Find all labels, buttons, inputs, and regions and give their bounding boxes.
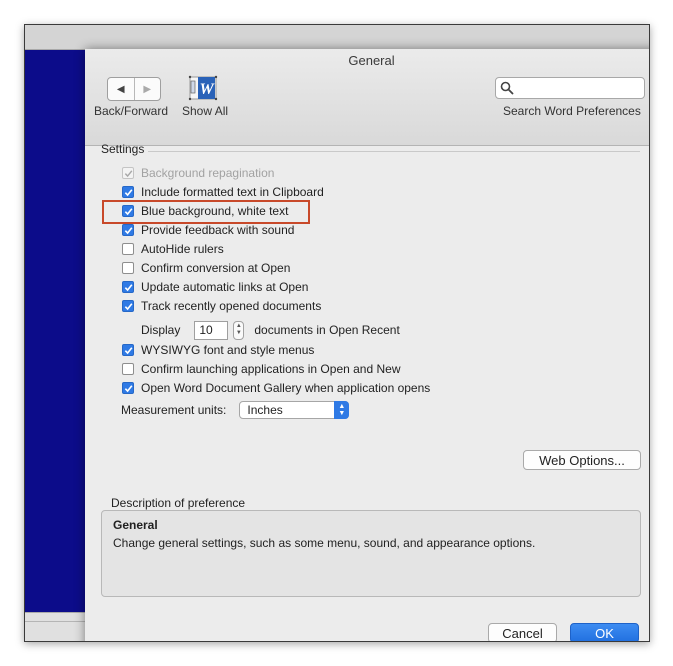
recent-documents-row: Display 10 ▲ ▼ documents in Open Recent <box>141 319 400 341</box>
triangle-right-icon: ▶ <box>143 83 152 95</box>
settings-section-label: Settings <box>101 142 145 156</box>
background-window-toolbar <box>25 25 649 50</box>
search-caption: Search Word Preferences <box>503 104 641 118</box>
option-update-links[interactable]: Update automatic links at Open <box>122 279 308 295</box>
search-input[interactable] <box>518 79 642 97</box>
settings-divider <box>148 151 640 152</box>
recent-count-stepper[interactable]: ▲ ▼ <box>233 320 245 340</box>
option-label: Confirm conversion at Open <box>141 261 291 275</box>
preferences-dialog: General ◀ ▶ Back/Forward W Show All Sear… <box>85 49 649 641</box>
option-confirm-launching[interactable]: Confirm launching applications in Open a… <box>122 361 400 377</box>
option-wysiwyg-menus[interactable]: WYSIWYG font and style menus <box>122 342 314 358</box>
screenshot-frame: General ◀ ▶ Back/Forward W Show All Sear… <box>24 24 650 642</box>
back-forward-control[interactable]: ◀ ▶ <box>107 77 161 101</box>
measurement-units-label: Measurement units: <box>121 403 227 417</box>
option-label: AutoHide rulers <box>141 242 224 256</box>
option-blue-background[interactable]: Blue background, white text <box>122 203 288 219</box>
cancel-button[interactable]: Cancel <box>488 623 557 641</box>
option-label: Confirm launching applications in Open a… <box>141 362 401 376</box>
option-label: Background repagination <box>141 166 275 180</box>
ok-button[interactable]: OK <box>570 623 639 641</box>
checkbox[interactable] <box>122 186 134 198</box>
show-all-label: Show All <box>182 104 229 118</box>
measurement-units-row: Measurement units: Inches ▲ ▼ <box>121 400 350 420</box>
option-track-recent[interactable]: Track recently opened documents <box>122 298 321 314</box>
option-label: Update automatic links at Open <box>141 280 309 294</box>
description-box: General Change general settings, such as… <box>101 510 641 597</box>
option-label: WYSIWYG font and style menus <box>141 343 315 357</box>
recent-count-field[interactable]: 10 <box>194 320 229 340</box>
option-open-gallery[interactable]: Open Word Document Gallery when applicat… <box>122 380 430 396</box>
measurement-units-select[interactable]: Inches ▲ ▼ <box>239 401 350 419</box>
description-title: General <box>113 518 158 532</box>
search-field[interactable] <box>495 77 645 99</box>
checkbox[interactable] <box>122 224 134 236</box>
description-text: Change general settings, such as some me… <box>113 536 536 550</box>
option-feedback-sound[interactable]: Provide feedback with sound <box>122 222 294 238</box>
description-label: Description of preference <box>111 496 246 510</box>
back-forward-label: Back/Forward <box>94 104 169 118</box>
checkbox[interactable] <box>122 262 134 274</box>
checkbox[interactable] <box>122 382 134 394</box>
option-include-formatted-text[interactable]: Include formatted text in Clipboard <box>122 184 324 200</box>
option-label: Open Word Document Gallery when applicat… <box>141 381 431 395</box>
checkbox[interactable] <box>122 300 134 312</box>
checkbox[interactable] <box>122 243 134 255</box>
checkbox[interactable] <box>122 281 134 293</box>
checkbox[interactable] <box>122 363 134 375</box>
option-label: Provide feedback with sound <box>141 223 295 237</box>
option-label: Blue background, white text <box>141 204 289 218</box>
option-autohide-rulers[interactable]: AutoHide rulers <box>122 241 224 257</box>
word-grid-icon: W <box>188 75 218 101</box>
web-options-button[interactable]: Web Options... <box>523 450 641 470</box>
forward-button[interactable]: ▶ <box>133 78 161 100</box>
checkbox[interactable] <box>122 344 134 356</box>
checkbox[interactable] <box>122 167 134 179</box>
chevron-down-icon: ▼ <box>235 330 242 336</box>
measurement-units-value: Inches <box>247 403 283 417</box>
display-label: Display <box>141 323 181 337</box>
svg-text:W: W <box>200 81 216 98</box>
chevron-up-icon: ▲ <box>235 323 242 329</box>
window-title: General <box>348 53 395 68</box>
dialog-toolbar: General ◀ ▶ Back/Forward W Show All Sear… <box>85 49 649 146</box>
select-arrows-icon: ▲ ▼ <box>334 401 350 419</box>
triangle-left-icon: ◀ <box>116 83 125 95</box>
checkbox[interactable] <box>122 205 134 217</box>
option-label: Include formatted text in Clipboard <box>141 185 324 199</box>
option-background-repagination[interactable]: Background repagination <box>122 165 274 181</box>
back-button[interactable]: ◀ <box>108 78 134 100</box>
recent-suffix-label: documents in Open Recent <box>254 323 400 337</box>
search-icon <box>500 81 514 95</box>
option-confirm-conversion[interactable]: Confirm conversion at Open <box>122 260 290 276</box>
show-all-button[interactable]: W <box>187 75 221 101</box>
option-label: Track recently opened documents <box>141 299 322 313</box>
